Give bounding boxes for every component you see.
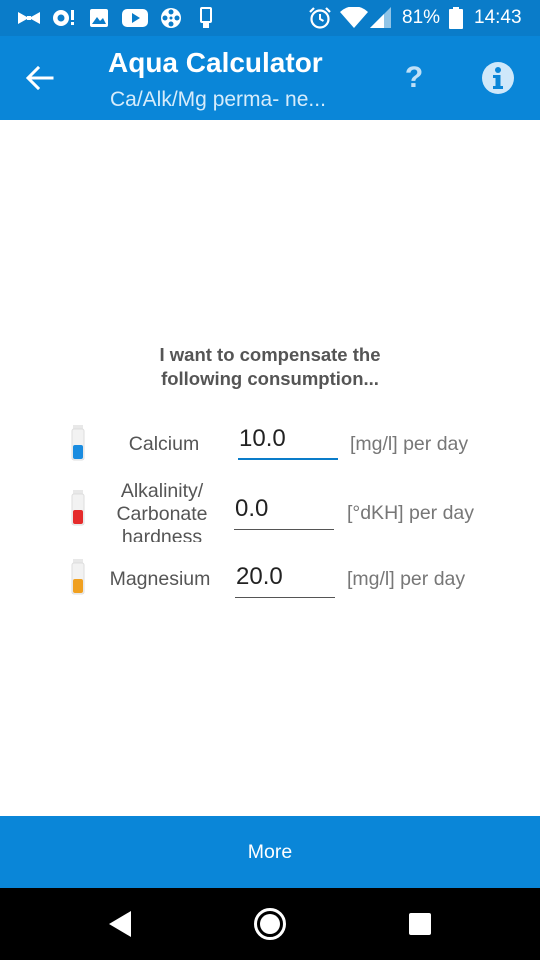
question-mark-icon: ? <box>404 61 424 94</box>
clock: 14:43 <box>474 7 522 28</box>
usb-device-icon <box>198 7 214 29</box>
youtube-icon <box>122 7 148 29</box>
info-icon <box>482 62 514 94</box>
alkalinity-label-line-3: hardness <box>121 526 203 542</box>
alkalinity-label-line-2: Carbonate <box>116 503 208 525</box>
app-subtitle: Ca/Alk/Mg perma- ne... <box>110 88 326 111</box>
battery-icon <box>448 7 464 29</box>
alkalinity-input[interactable]: 0.0 <box>234 494 334 530</box>
heading-line-1: I want to compensate the <box>159 344 381 365</box>
app-toolbar: Aqua Calculator Ca/Alk/Mg perma- ne... ? <box>0 36 540 120</box>
battery-percent: 81% <box>402 7 441 28</box>
calcium-label: Calcium <box>128 433 200 455</box>
help-button[interactable]: ? <box>396 58 432 98</box>
cell-signal-icon <box>370 7 392 29</box>
app-title: Aqua Calculator <box>108 47 323 78</box>
calcium-row: Calcium 10.0 [mg/l] per day <box>0 420 540 480</box>
alarm-icon <box>308 7 332 29</box>
nav-recents-icon[interactable] <box>402 906 438 942</box>
more-button-label: More <box>247 840 293 863</box>
alkalinity-label-line-1: Alkalinity/ <box>120 480 204 502</box>
status-bar: 81% 14:43 <box>0 0 540 36</box>
magnesium-input[interactable]: 20.0 <box>235 562 335 598</box>
wifi-icon <box>340 7 368 29</box>
magnesium-label: Magnesium <box>109 568 211 590</box>
alkalinity-row: Alkalinity/ Carbonate hardness 0.0 [°dKH… <box>0 478 540 542</box>
alkalinity-unit: [°dKH] per day <box>347 502 475 524</box>
system-nav-bar <box>0 888 540 960</box>
consumption-heading: I want to compensate the following consu… <box>0 343 540 391</box>
back-arrow-icon[interactable] <box>20 58 60 98</box>
heading-line-2: following consumption... <box>161 368 379 389</box>
info-button[interactable] <box>480 60 516 96</box>
bowtie-icon <box>16 7 42 29</box>
magnesium-unit: [mg/l] per day <box>347 568 466 590</box>
nav-home-icon[interactable] <box>252 906 288 942</box>
alkalinity-label: Alkalinity/ Carbonate hardness <box>106 480 218 542</box>
film-reel-icon <box>160 7 182 29</box>
nav-back-icon[interactable] <box>102 906 138 942</box>
image-icon <box>88 7 110 29</box>
exclamation-badge-icon <box>52 7 76 29</box>
more-button[interactable]: More <box>0 816 540 888</box>
calcium-input[interactable]: 10.0 <box>238 424 338 460</box>
calcium-unit: [mg/l] per day <box>350 433 469 455</box>
calcium-vial-icon <box>71 425 85 461</box>
magnesium-row: Magnesium 20.0 [mg/l] per day <box>0 556 540 616</box>
magnesium-vial-icon <box>71 559 85 595</box>
alkalinity-vial-icon <box>71 490 85 526</box>
